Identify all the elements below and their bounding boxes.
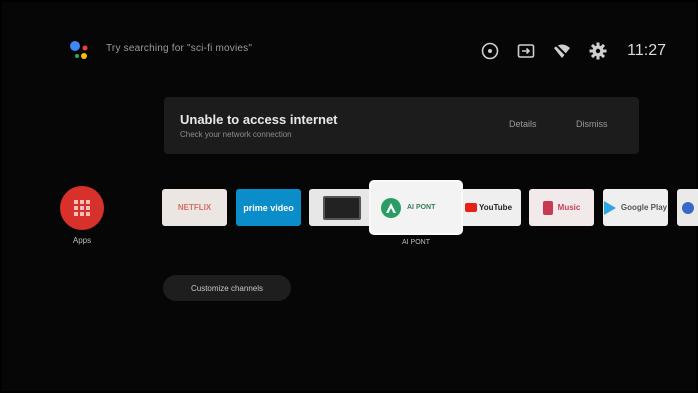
app-tile-play-store[interactable]: Google Play <box>603 189 668 226</box>
app-tile-music[interactable]: Music <box>529 189 594 226</box>
app-logo-icon <box>682 201 694 214</box>
prime-video-logo-text: prime video <box>243 202 294 213</box>
home-screen: Try searching for "sci-fi movies" 11:27 … <box>2 2 698 391</box>
no-internet-notification[interactable]: Unable to access internet Check your net… <box>164 97 639 154</box>
focused-app-label: AI PONT <box>401 239 430 246</box>
app-tile-prime-video[interactable]: prime video <box>236 189 301 226</box>
app-tile-youtube[interactable]: YouTube <box>456 189 521 226</box>
app-tile-partial[interactable] <box>677 189 698 226</box>
app-tile-ai-pont[interactable]: AI PONT <box>371 182 461 233</box>
tv-icon <box>322 195 361 220</box>
apps-label: Apps <box>72 236 92 245</box>
apps-button[interactable] <box>60 186 104 230</box>
play-store-logo-text: Google Play <box>620 203 668 212</box>
search-hint[interactable]: Try searching for "sci-fi movies" <box>106 43 252 54</box>
ai-pont-logo-icon <box>381 197 401 218</box>
apps-grid-icon <box>74 200 90 216</box>
assistant-icon[interactable] <box>68 39 92 63</box>
play-store-icon <box>603 200 616 215</box>
youtube-play-icon <box>464 203 477 212</box>
details-button[interactable]: Details <box>509 119 537 129</box>
ai-pont-logo-text: AI PONT <box>407 203 436 211</box>
network-icon[interactable] <box>551 40 573 62</box>
netflix-logo-text: NETFLIX <box>177 203 212 212</box>
music-icon <box>542 200 553 215</box>
clock: 11:27 <box>627 42 666 59</box>
tv-frame: Try searching for "sci-fi movies" 11:27 … <box>0 0 698 393</box>
music-logo-text: Music <box>557 203 581 212</box>
youtube-logo-text: YouTube <box>478 203 513 212</box>
tv-input-icon[interactable] <box>515 40 537 62</box>
app-tile-netflix[interactable]: NETFLIX <box>162 189 227 226</box>
dismiss-button[interactable]: Dismiss <box>576 119 608 129</box>
input-source-icon[interactable] <box>479 40 501 62</box>
customize-channels-button[interactable]: Customize channels <box>163 275 291 301</box>
status-icons: 11:27 <box>479 38 666 64</box>
settings-icon[interactable] <box>587 40 609 62</box>
app-tile-tv[interactable] <box>309 189 374 226</box>
notification-title: Unable to access internet <box>180 112 338 127</box>
notification-subtitle: Check your network connection <box>180 130 292 139</box>
